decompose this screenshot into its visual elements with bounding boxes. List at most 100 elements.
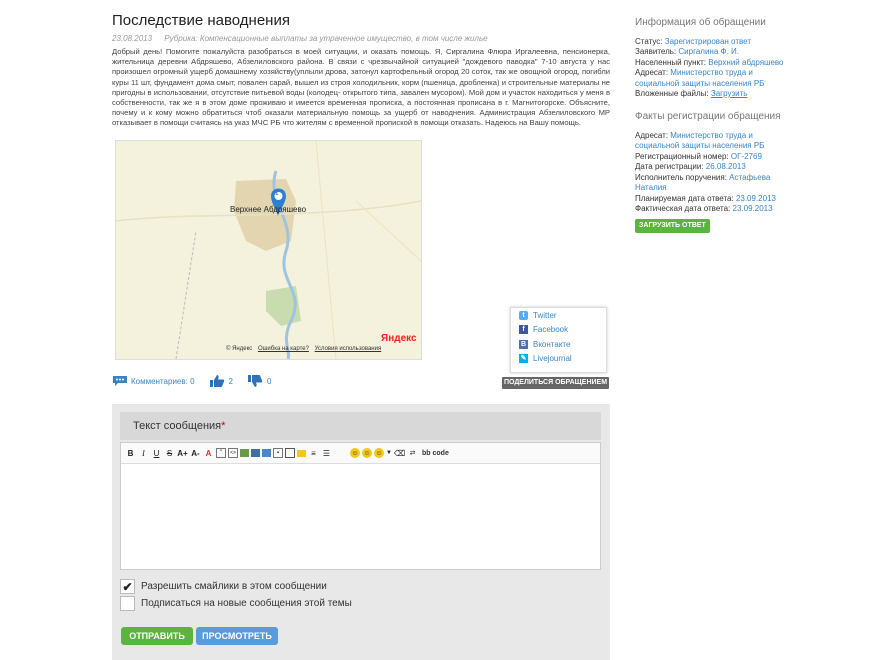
picture-button[interactable] (262, 449, 271, 457)
applicant-label: Заявитель: (635, 47, 677, 56)
message-editor: B I U S A+ A- A " <> ▪ ≡ ☰ ☺ ☺ ☺ ▼ ⌫ ⇄ b… (120, 442, 601, 570)
message-textarea[interactable] (121, 464, 600, 570)
image-button[interactable] (240, 449, 249, 457)
font-size-decrease-button[interactable]: A- (190, 448, 201, 459)
clear-format-button[interactable]: ⌫ (394, 448, 405, 459)
actual-date-row: Фактическая дата ответа: 23.09.2013 (635, 204, 795, 215)
share-livejournal[interactable]: ✎ Livejournal (511, 352, 606, 367)
addressee-label: Адресат: (635, 68, 669, 77)
bold-button[interactable]: B (125, 448, 136, 459)
text-color-button[interactable]: A (203, 448, 214, 459)
table-button[interactable] (285, 448, 295, 458)
files-label: Вложенные файлы: (635, 89, 709, 98)
spoiler-button[interactable]: ▪ (273, 448, 283, 458)
allow-smiles-option[interactable]: ✔ Разрешить смайлики в этом сообщении (120, 579, 327, 594)
subscribe-option[interactable]: Подписаться на новые сообщения этой темы (120, 596, 352, 611)
share-facebook-label: Facebook (533, 325, 569, 335)
map-brand-logo: Яндекс (381, 333, 417, 344)
actual-date-value: 23.09.2013 (732, 204, 773, 213)
files-download-link[interactable]: Загрузить (711, 89, 748, 98)
facebook-icon: f (519, 325, 528, 335)
allow-smiles-checkbox[interactable]: ✔ (120, 579, 135, 594)
upload-answer-button[interactable]: ЗАГРУЗИТЬ ОТВЕТ (635, 218, 710, 233)
editor-toolbar: B I U S A+ A- A " <> ▪ ≡ ☰ ☺ ☺ ☺ ▼ ⌫ ⇄ b… (121, 443, 600, 464)
preview-button[interactable]: ПРОСМОТРЕТЬ (196, 627, 278, 645)
reg-number-label: Регистрационный номер: (635, 151, 729, 161)
article-rubric[interactable]: Рубрика: Компенсационные выплаты за утра… (164, 34, 487, 43)
font-size-increase-button[interactable]: A+ (177, 448, 188, 459)
status-value[interactable]: Зарегистрирован ответ (665, 37, 751, 46)
actual-date-label: Фактическая дата ответа: (635, 204, 731, 213)
smiles-dropdown-icon[interactable]: ▼ (386, 448, 392, 459)
request-info-title: Информация об обращении (635, 17, 766, 28)
reg-date-label: Дата регистрации: (635, 162, 704, 171)
map-copyright: © Яндекс (226, 346, 253, 352)
strike-button[interactable]: S (164, 448, 175, 459)
reply-form: Текст сообщения* B I U S A+ A- A " <> ▪ … (112, 404, 610, 660)
share-button[interactable]: ПОДЕЛИТЬСЯ ОБРАЩЕНИЕМ (502, 377, 609, 389)
thumbs-up-icon (209, 375, 224, 387)
subscribe-label: Подписаться на новые сообщения этой темы (141, 598, 352, 609)
share-twitter[interactable]: t Twitter (511, 308, 606, 323)
planned-date-row: Планируемая дата ответа: 23.09.2013 (635, 194, 795, 205)
wink-icon[interactable]: ☺ (362, 448, 372, 458)
bullet-list-button[interactable]: ☰ (321, 448, 332, 459)
map-place-label: Верхнее Абдряшево (230, 205, 307, 214)
translit-button[interactable]: ⇄ (407, 448, 418, 459)
italic-button[interactable]: I (138, 448, 149, 459)
request-info: Информация об обращении Статус: Зарегист… (635, 17, 795, 100)
dislikes-count: 0 (266, 376, 272, 386)
locality-value[interactable]: Верхний абдряшево (708, 58, 783, 67)
like-button[interactable]: 2 (209, 374, 233, 388)
files-row: Вложенные файлы: Загрузить (635, 89, 795, 100)
map-marker-number[interactable]: 1 (275, 191, 278, 197)
submit-button[interactable]: ОТПРАВИТЬ (121, 627, 193, 645)
share-facebook[interactable]: f Facebook (511, 323, 606, 338)
reg-number-value: ОГ-2769 (730, 151, 762, 161)
underline-button[interactable]: U (151, 448, 162, 459)
locality-row: Населенный пункт: Верхний абдряшево (635, 58, 795, 69)
highlight-button[interactable] (297, 449, 306, 457)
map-error-link[interactable]: Ошибка на карте? (258, 346, 309, 352)
map[interactable]: 1 Верхнее Абдряшево Яндекс © Яндекс Ошиб… (115, 140, 422, 360)
likes-count: 2 (228, 376, 233, 386)
reg-date-row: Дата регистрации: 26.08.2013 (635, 162, 795, 173)
comments-icon (113, 376, 127, 386)
registration-facts: Факты регистрации обращения Адресат: Мин… (635, 111, 795, 233)
code-button[interactable]: <> (228, 448, 238, 458)
quote-button[interactable]: " (216, 448, 226, 458)
bbcode-toggle[interactable]: bb code (422, 450, 449, 457)
executor-row: Исполнитель поручения: Астафьева Наталия (635, 173, 795, 194)
planned-date-value: 23.09.2013 (735, 193, 776, 203)
subscribe-checkbox[interactable] (120, 596, 135, 611)
share-twitter-label: Twitter (533, 310, 557, 320)
video-button[interactable] (251, 449, 260, 457)
applicant-value[interactable]: Сиргалина Ф. И. (678, 47, 739, 56)
comments-count[interactable]: Комментариев: 0 (112, 375, 195, 387)
allow-smiles-label: Разрешить смайлики в этом сообщении (141, 581, 327, 592)
addressee-row: Адресат: Министерство труда и социальной… (635, 68, 795, 89)
executor-label: Исполнитель поручения: (635, 172, 727, 182)
livejournal-icon: ✎ (519, 354, 528, 364)
status-row: Статус: Зарегистрирован ответ (635, 37, 795, 48)
locality-label: Населенный пункт: (635, 57, 707, 67)
grin-icon[interactable]: ☺ (374, 448, 384, 458)
facts-addressee-row: Адресат: Министерство труда и социальной… (635, 131, 795, 152)
reg-date-value: 26.08.2013 (705, 162, 746, 171)
share-popup: t Twitter f Facebook B Вконтакте ✎ Livejourn… (510, 307, 607, 373)
share-livejournal-label: Livejournal (533, 354, 572, 364)
dislike-button[interactable]: 0 (247, 374, 271, 388)
share-vkontakte[interactable]: B Вконтакте (511, 337, 606, 352)
article-body: Добрый день! Помогите пожалуйста разобра… (112, 47, 610, 128)
map-canvas (116, 141, 421, 359)
reply-form-header: Текст сообщения* (120, 412, 601, 440)
article-stats: Комментариев: 0 2 0 (112, 373, 285, 389)
vkontakte-icon: B (519, 339, 528, 349)
required-mark: * (221, 420, 226, 432)
ordered-list-button[interactable]: ≡ (308, 448, 319, 459)
reply-form-title: Текст сообщения (133, 420, 222, 432)
registration-facts-title: Факты регистрации обращения (635, 111, 781, 122)
smile-icon[interactable]: ☺ (350, 448, 360, 458)
map-terms-link[interactable]: Условия использования (315, 346, 382, 352)
comments-label: Комментариев: 0 (131, 376, 195, 386)
